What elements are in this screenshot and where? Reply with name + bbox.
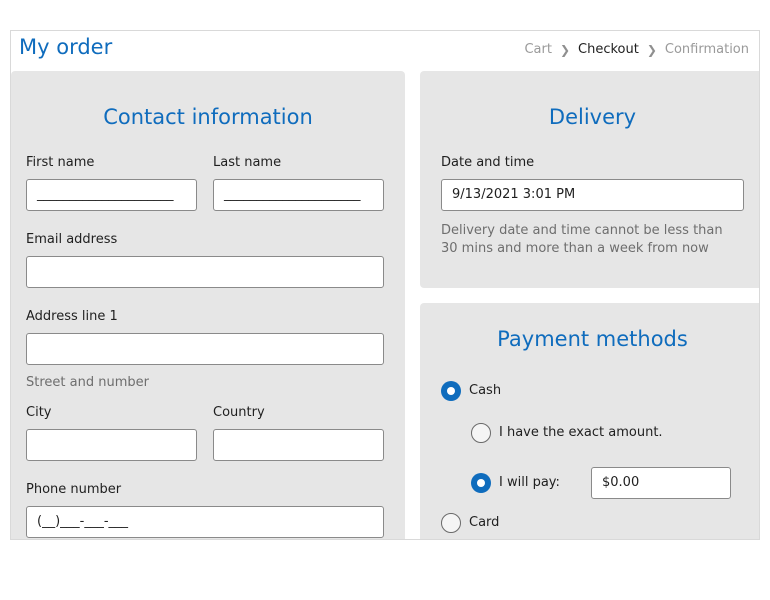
country-label: Country (213, 405, 265, 420)
first-name-field[interactable]: _____________________ (26, 179, 197, 211)
chevron-right-icon: ❯ (646, 42, 657, 57)
payment-panel: Payment methods Cash I have the exact am… (420, 303, 759, 539)
card-radio[interactable] (441, 513, 461, 533)
exact-amount-radio[interactable] (471, 423, 491, 443)
breadcrumb-item-cart[interactable]: Cart (524, 42, 552, 57)
delivery-hint: Delivery date and time cannot be less th… (441, 223, 723, 256)
card-label[interactable]: Card (469, 515, 499, 530)
delivery-title: Delivery (548, 105, 637, 129)
city-label: City (26, 405, 52, 420)
date-time-label: Date and time (441, 155, 535, 170)
address-hint: Street and number (26, 375, 149, 390)
date-time-field[interactable]: 9/13/2021 3:01 PM (441, 179, 744, 211)
delivery-panel: Delivery Date and time 9/13/2021 3:01 PM… (420, 71, 759, 288)
last-name-label: Last name (213, 155, 282, 170)
country-field[interactable] (213, 429, 384, 461)
email-label: Email address (26, 232, 118, 247)
breadcrumb-item-confirmation[interactable]: Confirmation (665, 42, 749, 57)
address-line-1-field[interactable] (26, 333, 384, 365)
breadcrumb: Cart ❯ Checkout ❯ Confirmation (524, 42, 749, 57)
cash-label[interactable]: Cash (469, 383, 501, 398)
contact-title: Contact information (103, 105, 313, 129)
pay-amount-field[interactable]: $0.00 (591, 467, 731, 499)
phone-label: Phone number (26, 482, 122, 497)
will-pay-label[interactable]: I will pay: (499, 475, 560, 490)
will-pay-radio[interactable] (471, 473, 491, 493)
last-name-field[interactable]: _____________________ (213, 179, 384, 211)
header: My order Cart ❯ Checkout ❯ Confirmation (11, 31, 759, 71)
page-title: My order (19, 35, 113, 59)
city-field[interactable] (26, 429, 197, 461)
breadcrumb-item-checkout[interactable]: Checkout (578, 42, 639, 57)
address-line-1-label: Address line 1 (26, 309, 118, 324)
cash-radio[interactable] (441, 381, 461, 401)
contact-panel: Contact information First name _________… (11, 71, 405, 539)
payment-title: Payment methods (497, 327, 688, 351)
exact-amount-label[interactable]: I have the exact amount. (499, 425, 663, 440)
email-field[interactable] (26, 256, 384, 288)
first-name-label: First name (26, 155, 95, 170)
chevron-right-icon: ❯ (559, 42, 570, 57)
app-window: My order Cart ❯ Checkout ❯ Confirmation … (10, 30, 760, 540)
phone-field[interactable]: (__)___-___-___ (26, 506, 384, 538)
